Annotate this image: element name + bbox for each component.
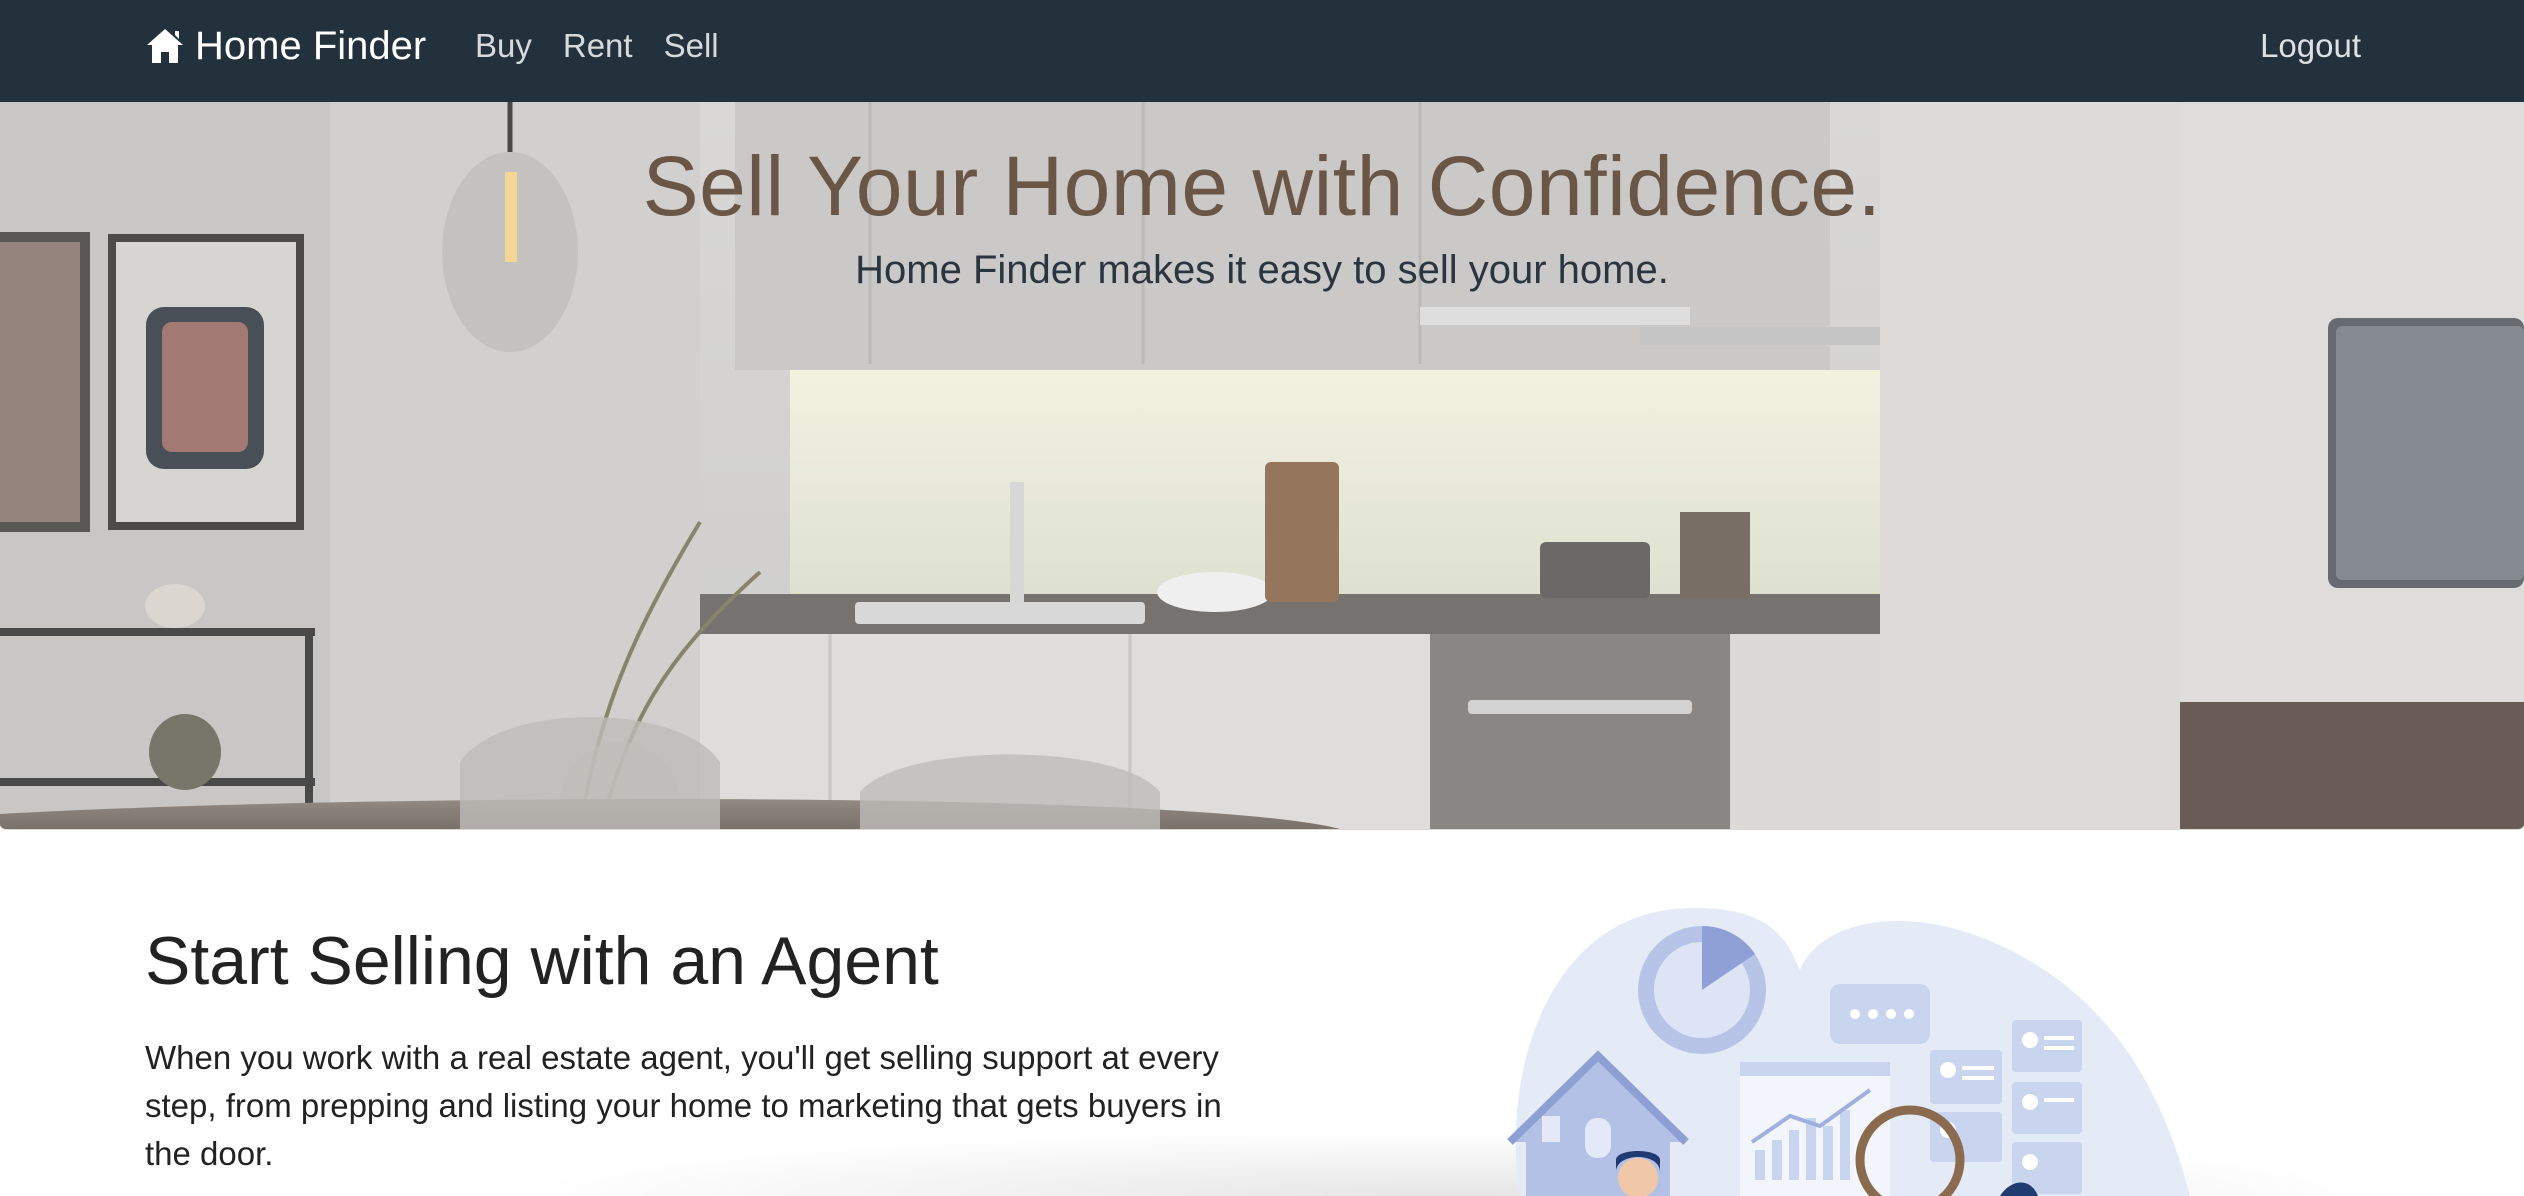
logout-link[interactable]: Logout bbox=[2260, 0, 2361, 92]
nav-sell[interactable]: Sell bbox=[664, 27, 719, 65]
section-title: Start Selling with an Agent bbox=[145, 923, 939, 999]
main-nav: Buy Rent Sell bbox=[475, 0, 750, 92]
hero-title: Sell Your Home with Confidence. bbox=[642, 139, 1882, 233]
hero-subtitle: Home Finder makes it easy to sell your h… bbox=[855, 248, 1669, 292]
navbar: Home Finder Buy Rent Sell Logout bbox=[0, 0, 2524, 102]
brand-name: Home Finder bbox=[195, 23, 427, 68]
brand-link[interactable]: Home Finder bbox=[145, 0, 426, 92]
home-icon bbox=[145, 27, 185, 65]
nav-buy[interactable]: Buy bbox=[475, 27, 532, 65]
agent-illustration bbox=[1507, 907, 2190, 1196]
hero-banner: Sell Your Home with Confidence. Home Fin… bbox=[0, 102, 2524, 830]
nav-rent[interactable]: Rent bbox=[563, 27, 633, 65]
